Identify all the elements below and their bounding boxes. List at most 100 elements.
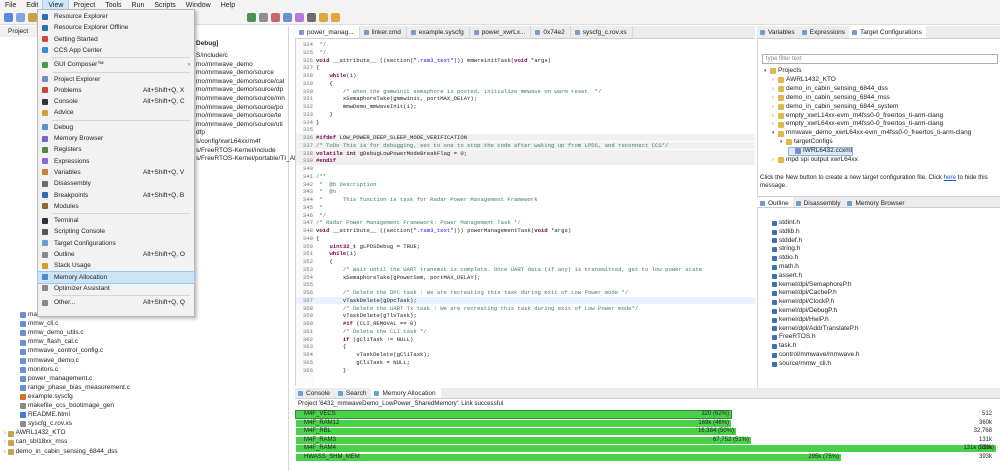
expand-chevron-icon[interactable]: › — [4, 429, 6, 438]
target-config-item[interactable]: › demo_in_cabin_sensing_6844_system — [772, 103, 898, 112]
outline-include-item[interactable]: kernel/dpl/AddrTranslateP.h — [772, 325, 859, 334]
project-path-fragment[interactable]: s/FreeRTOS-Kernel/include — [196, 147, 276, 156]
memory-region-row[interactable]: HWASS_SHM_MEM 295k (75%) 393k — [296, 453, 998, 462]
project-path-fragment[interactable]: mo/mmwave_demo/source/po — [196, 104, 283, 113]
project-file-item[interactable]: mmwave_demo.c — [20, 357, 79, 366]
outline-include-item[interactable]: stddef.h — [772, 237, 802, 246]
code-line[interactable]: 348 void __attribute__ ((section(".ram3_t… — [296, 227, 755, 234]
project-file-item[interactable]: range_phase_bias_measurement.c — [20, 384, 130, 393]
save-icon[interactable] — [16, 13, 25, 22]
project-file-item[interactable]: mmw_demo_utils.c — [20, 329, 84, 338]
project-path-fragment[interactable]: S/include/c — [196, 52, 228, 61]
outline-include-item[interactable]: string.h — [772, 245, 800, 254]
pin-icon[interactable] — [307, 13, 316, 22]
outline-include-item[interactable]: task.h — [772, 342, 796, 351]
project-file-item[interactable]: README.html — [20, 411, 70, 420]
run-icon[interactable] — [247, 13, 256, 22]
expand-chevron-icon[interactable]: › — [772, 76, 776, 85]
target-config-item[interactable]: ▾ Projects — [764, 67, 801, 76]
memory-region-row[interactable]: M4F_RAM12 169k (46%) 360k — [296, 419, 998, 428]
editor-tab[interactable]: linker.cmd — [360, 26, 407, 38]
view-menu-item[interactable]: Optimizer Assistant — [38, 283, 194, 294]
editor-tab[interactable]: power_xwrLx... — [470, 26, 532, 38]
code-line[interactable]: 361 /* Delete the CLI task */ — [296, 328, 755, 335]
view-menu-item[interactable]: Other... Alt+Shift+Q, Q — [38, 297, 194, 308]
code-line[interactable]: 334} — [296, 119, 755, 126]
code-line[interactable]: 328 while(1) — [296, 72, 755, 79]
view-menu-item[interactable]: Resource Explorer — [38, 11, 194, 22]
code-line[interactable]: 336 #ifdef LOW_POWER_DEEP_SLEEP_MODE_VERI… — [296, 134, 755, 142]
outline-include-item[interactable]: FreeRTOS.h — [772, 333, 816, 342]
code-line[interactable]: 324 */ — [296, 41, 755, 48]
view-menu-item[interactable]: Expressions — [38, 156, 194, 167]
outline-include-item[interactable]: control/mmwave/mmwave.h — [772, 351, 860, 360]
code-line[interactable]: 331 xSemaphoreTake(gmmwinit, portMAX_DEL… — [296, 95, 755, 102]
view-menu-item[interactable]: CCS App Center — [38, 45, 194, 56]
outline-include-item[interactable]: kernel/dpl/HwiP.h — [772, 316, 829, 325]
view-menu-item[interactable]: Resource Explorer Offline — [38, 22, 194, 33]
editor-tab[interactable]: 0x74e2 — [531, 26, 571, 38]
project-file-item[interactable]: mmw_flash_cal.c — [20, 338, 78, 347]
project-file-item[interactable]: monitors.c — [20, 366, 58, 375]
project-path-fragment[interactable]: s/config/xwrL64xx/m4f — [196, 138, 260, 147]
code-line[interactable]: 338 volatile int gDebugLowPowerModeBreakF… — [296, 149, 755, 157]
project-file-item[interactable]: power_management.c — [20, 375, 92, 384]
editor-tab[interactable]: example.syscfg — [407, 26, 470, 38]
bottom-tab[interactable]: Memory Allocation — [371, 388, 441, 398]
code-line[interactable]: 357 vTaskDelete(gDpcTask); — [296, 296, 755, 305]
expand-chevron-icon[interactable]: › — [772, 156, 776, 165]
outline-include-item[interactable]: kernel/dpl/ClockP.h — [772, 298, 834, 307]
code-line[interactable]: 327{ — [296, 64, 755, 71]
target-config-item[interactable]: ▾ mmwave_demo_xwrL64xx-evm_m4fss0-0_freer… — [772, 129, 971, 138]
right-tab[interactable]: Target Configurations — [849, 26, 926, 38]
expand-chevron-icon[interactable]: ▾ — [772, 129, 776, 138]
code-line[interactable]: 358 /* Delete the UART Tx task : We are … — [296, 305, 755, 312]
project-file-item[interactable]: › AWRL1432_KTO — [4, 429, 66, 438]
project-file-item[interactable]: syscfg_c.rov.xs — [20, 420, 72, 429]
hide-message-link[interactable]: here — [944, 174, 956, 181]
project-file-item[interactable]: mmw_cli.c — [20, 320, 58, 329]
edit-icon[interactable] — [295, 13, 304, 22]
view-menu-item[interactable]: Debug — [38, 122, 194, 133]
code-line[interactable]: 362 if (gCliTask != NULL) — [296, 336, 755, 343]
code-line[interactable]: 356 /* Delete the DPC task : We are recr… — [296, 289, 755, 296]
code-line[interactable]: 363 { — [296, 343, 755, 350]
outline-include-item[interactable]: stdio.h — [772, 254, 798, 263]
view-menu-item[interactable]: Scripting Console — [38, 226, 194, 237]
view-menu-item[interactable]: Terminal — [38, 215, 194, 226]
expand-chevron-icon[interactable]: › — [772, 85, 776, 94]
view-menu-item[interactable]: Disassembly — [38, 178, 194, 189]
view-menu-item[interactable]: Registers — [38, 144, 194, 155]
code-line[interactable]: 352 { — [296, 258, 755, 265]
project-file-item[interactable]: mmwave_control_config.c — [20, 347, 103, 356]
editor-tab[interactable]: syscfg_c.rov.xs — [571, 26, 633, 38]
expand-chevron-icon[interactable]: › — [4, 448, 6, 457]
project-path-fragment[interactable]: mo/mmwave_demo/source — [196, 69, 274, 78]
view-menu-item[interactable]: Breakpoints Alt+Shift+Q, B — [38, 190, 194, 201]
nav-forward-icon[interactable] — [331, 13, 340, 22]
outline-include-item[interactable]: stdint.h — [772, 219, 800, 228]
bottom-tab[interactable]: Search — [335, 388, 372, 398]
project-file-item[interactable]: makefile_ccs_bootimage_gen — [20, 402, 114, 411]
build-icon[interactable] — [28, 13, 37, 22]
outline-include-item[interactable]: kernel/dpl/CacheP.h — [772, 289, 837, 298]
nav-back-icon[interactable] — [319, 13, 328, 22]
project-file-item[interactable]: › can_sbl18xx_mss — [4, 438, 67, 447]
view-menu-item[interactable]: Stack Usage — [38, 260, 194, 271]
code-line[interactable]: 351 while(1) — [296, 250, 755, 257]
view-menu-item[interactable]: Modules — [38, 201, 194, 212]
project-path-fragment[interactable]: mo/mmwave_demo/source/cal — [196, 78, 284, 87]
view-menu-item[interactable]: Console Alt+Shift+Q, C — [38, 96, 194, 107]
target-config-item[interactable]: › demo_in_cabin_sensing_6844_dss — [772, 85, 888, 94]
outline-include-item[interactable]: assert.h — [772, 272, 802, 281]
code-line[interactable]: 337/* ToDo This is for debugging, set to… — [296, 141, 755, 150]
outline-include-item[interactable]: source/mmw_cli.h — [772, 360, 831, 369]
expand-chevron-icon[interactable]: ▾ — [780, 138, 784, 147]
view-menu-item[interactable]: Target Configurations — [38, 238, 194, 249]
code-line[interactable]: 341/** — [296, 173, 755, 180]
code-line[interactable]: 333 } — [296, 111, 755, 118]
code-line[interactable]: 345 * — [296, 204, 755, 211]
memory-region-row[interactable]: M4F_RBL 16,384 (50%) 32,768 — [296, 427, 998, 436]
expand-chevron-icon[interactable]: › — [4, 438, 6, 447]
code-line[interactable]: 330 /* when the gmmwinit semaphore is po… — [296, 88, 755, 95]
